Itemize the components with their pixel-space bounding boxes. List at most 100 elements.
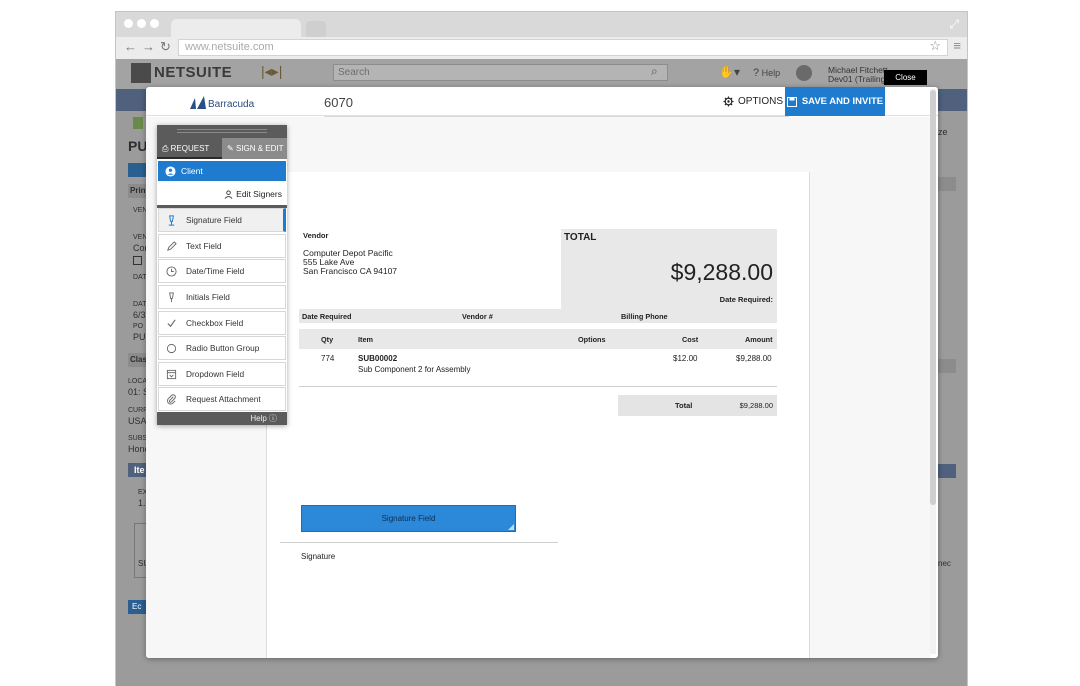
window-minimize-dot[interactable] [137, 19, 146, 28]
netsuite-logo[interactable]: NETSUITE [154, 64, 232, 81]
panel-drag-handle[interactable] [157, 125, 287, 138]
col-cost: Cost [682, 335, 699, 344]
help-link[interactable]: ? Help [753, 67, 780, 79]
modal-scrollbar-thumb[interactable] [930, 90, 936, 505]
document-number[interactable]: 6070 [324, 95, 353, 110]
signature-field-placeholder[interactable]: Signature Field [301, 505, 516, 532]
tool-signature-field[interactable]: Signature Field [158, 208, 286, 232]
radio-icon [166, 343, 177, 353]
close-button[interactable]: Close [884, 70, 927, 85]
tool-date-time-field[interactable]: Date/Time Field [158, 259, 286, 283]
panel-footer: Help ⓘ [157, 412, 287, 425]
browser-toolbar: ← → ↻ www.netsuite.com ☆ ≡ [116, 37, 967, 59]
right-button-fragment[interactable] [938, 464, 956, 478]
browser-tab[interactable] [171, 19, 301, 39]
search-icon[interactable]: ⌕ [651, 64, 658, 79]
tool-label: Checkbox Field [186, 318, 244, 328]
tool-dropdown-field[interactable]: Dropdown Field [158, 362, 286, 386]
document-page: Vendor Computer Depot Pacific 555 Lake A… [266, 172, 810, 658]
tool-label: Request Attachment [186, 394, 261, 404]
vendor-label: Vendor [303, 231, 329, 240]
menu-icon[interactable]: ≡ [953, 38, 961, 53]
total-box: TOTAL $9,288.00 Date Required: [561, 229, 777, 310]
gear-icon [723, 96, 734, 107]
signature-field-label: Signature Field [381, 514, 436, 523]
signer-client[interactable]: Client [158, 161, 286, 181]
right-bar-fragment [938, 359, 956, 373]
summary-amount: $9,288.00 [739, 401, 773, 410]
field-label-fragment: DAT [133, 274, 147, 281]
edit-button-fragment[interactable] [128, 163, 148, 177]
paperclip-icon [167, 393, 176, 404]
tool-label: Text Field [186, 241, 222, 251]
tool-label: Dropdown Field [186, 369, 245, 379]
save-icon [786, 96, 797, 107]
window-zoom-dot[interactable] [150, 19, 159, 28]
user-avatar[interactable] [796, 65, 812, 81]
panel-help-link[interactable]: Help ⓘ [250, 414, 277, 423]
forward-icon[interactable]: → [142, 39, 155, 54]
field-label-fragment: SUBS [128, 435, 148, 442]
new-tab-button[interactable] [306, 21, 326, 37]
section-label: Clas [130, 355, 147, 364]
bookmark-star-icon[interactable]: ☆ [929, 38, 941, 54]
netsuite-search-input[interactable]: Search [333, 64, 668, 81]
edit-signers-link[interactable]: Edit Signers [158, 184, 286, 204]
options-button[interactable]: OPTIONS [723, 96, 783, 107]
tool-label: Initials Field [186, 292, 230, 302]
item-qty: 774 [321, 354, 335, 363]
items-divider [299, 386, 777, 387]
signer-name: Client [181, 166, 203, 176]
reload-icon[interactable]: ↻ [160, 39, 171, 55]
total-label: TOTAL [564, 232, 597, 243]
items-tab-label: Ite [134, 465, 145, 475]
pencil-icon [167, 240, 177, 251]
pen-nib-icon [169, 291, 174, 302]
recent-records-icon[interactable]: ✋▾ [719, 65, 740, 79]
window-close-dot[interactable] [124, 19, 133, 28]
tab-request[interactable]: ⎙ REQUEST [157, 138, 222, 159]
edit-button-fragment-bottom[interactable]: Ec [128, 600, 148, 614]
date-required-label: Date Required: [719, 295, 773, 304]
tab-sign-edit-label: SIGN & EDIT [235, 144, 284, 153]
info-header: Date Required [302, 312, 352, 321]
field-tools-panel: ⎙ REQUEST ✎ SIGN & EDIT Client Edit Sign… [157, 125, 287, 425]
checkmark-icon [167, 319, 176, 327]
tab-sign-edit[interactable]: ✎ SIGN & EDIT [222, 138, 287, 159]
tool-request-attachment[interactable]: Request Attachment [158, 387, 286, 411]
total-amount: $9,288.00 [670, 259, 773, 285]
save-and-invite-button[interactable]: SAVE AND INVITE [785, 87, 885, 116]
col-options: Options [578, 335, 606, 344]
help-icon: ? [753, 67, 760, 79]
tool-text-field[interactable]: Text Field [158, 234, 286, 258]
item-cost: $12.00 [673, 354, 698, 363]
summary-label: Total [675, 401, 693, 410]
resize-handle-icon[interactable] [508, 524, 514, 530]
checkbox-fragment[interactable] [133, 256, 142, 265]
fullscreen-icon[interactable]: ⤢ [949, 17, 959, 32]
collapse-handle-icon[interactable]: |◂▸| [261, 63, 282, 80]
tool-checkbox-field[interactable]: Checkbox Field [158, 311, 286, 335]
info-header-row: Date Required Vendor # Billing Phone [299, 309, 777, 323]
address-bar[interactable]: www.netsuite.com [178, 39, 948, 56]
user-circle-icon [165, 165, 176, 177]
tool-label: Radio Button Group [186, 343, 260, 353]
back-icon[interactable]: ← [124, 39, 137, 54]
netsuite-logo-icon [131, 63, 151, 83]
options-label: OPTIONS [738, 96, 784, 107]
col-amount: Amount [745, 335, 773, 344]
tool-radio-button-group[interactable]: Radio Button Group [158, 336, 286, 360]
clock-icon [166, 265, 177, 277]
pencil-icon: ✎ [227, 144, 234, 153]
tool-initials-field[interactable]: Initials Field [158, 285, 286, 309]
pen-icon [168, 214, 175, 226]
page-icon [133, 117, 143, 129]
vendor-line: San Francisco CA 94107 [303, 266, 398, 276]
summary-total-row: Total $9,288.00 [618, 395, 777, 416]
dropdown-icon [166, 369, 177, 379]
col-item: Item [358, 335, 374, 344]
request-icon: ⎙ [162, 144, 169, 153]
barracuda-logo-icon [190, 96, 206, 109]
help-circle-icon: ⓘ [269, 414, 277, 423]
save-and-invite-label: SAVE AND INVITE [801, 96, 884, 107]
